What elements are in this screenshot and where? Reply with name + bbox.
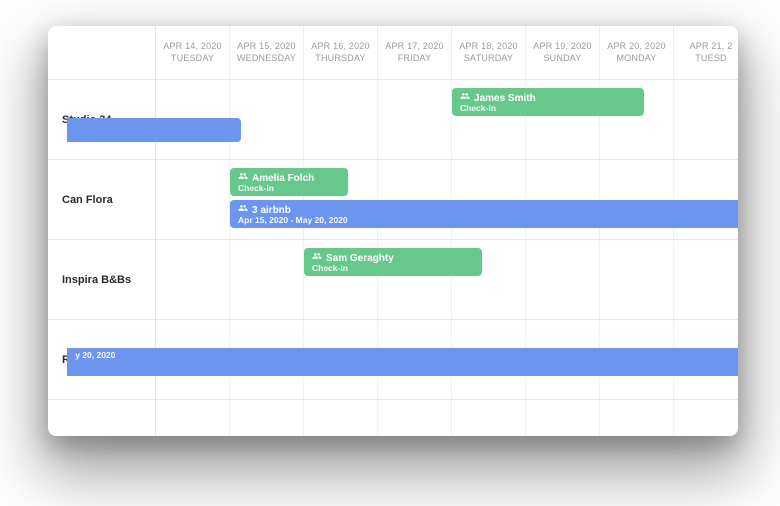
column-header[interactable]: APR 20, 2020MONDAY [600, 26, 674, 79]
calendar-row: Studio 34James SmithCheck-in [48, 80, 738, 160]
calendar-cell[interactable] [230, 240, 304, 319]
column-day: FRIDAY [398, 53, 432, 65]
column-date: APR 14, 2020 [163, 41, 221, 53]
calendar-cell[interactable] [378, 80, 452, 159]
calendar-cell [156, 400, 230, 436]
calendar-row: Redstone Villasy 20, 2020 [48, 320, 738, 400]
booking-subtitle: Check-in [312, 264, 394, 273]
column-header[interactable]: APR 19, 2020SUNDAY [526, 26, 600, 79]
calendar-cell[interactable] [674, 240, 738, 319]
people-icon [312, 251, 322, 261]
calendar-header: APR 14, 2020TUESDAYAPR 15, 2020WEDNESDAY… [48, 26, 738, 80]
calendar-cell[interactable] [156, 240, 230, 319]
people-icon [238, 171, 248, 181]
booking-subtitle: Check-in [238, 184, 314, 193]
calendar-cell[interactable] [600, 240, 674, 319]
column-date: APR 17, 2020 [385, 41, 443, 53]
calendar-cell[interactable] [526, 240, 600, 319]
calendar-cell[interactable] [674, 80, 738, 159]
booking-studio34-blue[interactable] [67, 118, 241, 142]
calendar-card: APR 14, 2020TUESDAYAPR 15, 2020WEDNESDAY… [48, 26, 738, 436]
property-label [48, 400, 156, 436]
column-header[interactable]: APR 16, 2020THURSDAY [304, 26, 378, 79]
header-corner [48, 26, 156, 79]
column-date: APR 20, 2020 [607, 41, 665, 53]
booking-amelia-folch[interactable]: Amelia FolchCheck-in [230, 168, 348, 196]
column-day: THURSDAY [315, 53, 365, 65]
calendar-cell[interactable] [156, 160, 230, 239]
calendar-cell [378, 400, 452, 436]
calendar-row: Inspira B&Bs Sam GeraghtyCheck-in [48, 240, 738, 320]
row-cells [156, 400, 738, 436]
column-day: TUESDAY [171, 53, 214, 65]
calendar-row-empty [48, 400, 738, 436]
booking-sam-geraghty[interactable]: Sam GeraghtyCheck-in [304, 248, 482, 276]
column-header[interactable]: APR 18, 2020SATURDAY [452, 26, 526, 79]
column-day: TUESD [695, 53, 727, 65]
column-date: APR 21, 2 [690, 41, 733, 53]
column-day: MONDAY [616, 53, 656, 65]
column-day: SUNDAY [543, 53, 581, 65]
calendar-row: Can Flora Amelia FolchCheck-in 3 airbnbApr… [48, 160, 738, 240]
calendar-cell [600, 400, 674, 436]
row-cells: Amelia FolchCheck-in 3 airbnbApr 15, 2020… [156, 160, 738, 239]
booking-subtitle: y 20, 2020 [75, 351, 115, 360]
column-date: APR 19, 2020 [533, 41, 591, 53]
calendar-cell[interactable] [304, 80, 378, 159]
people-icon [460, 91, 470, 101]
column-header[interactable]: APR 17, 2020FRIDAY [378, 26, 452, 79]
booking-redstone-blue[interactable]: y 20, 2020 [67, 348, 738, 376]
booking-subtitle: Apr 15, 2020 - May 20, 2020 [238, 216, 348, 225]
row-cells: James SmithCheck-in [156, 80, 738, 159]
booking-3-airbnb[interactable]: 3 airbnbApr 15, 2020 - May 20, 2020 [230, 200, 738, 228]
column-header[interactable]: APR 21, 2TUESD [674, 26, 738, 79]
column-date: APR 15, 2020 [237, 41, 295, 53]
calendar-cell [452, 400, 526, 436]
calendar-cell[interactable] [230, 80, 304, 159]
property-label[interactable]: Can Flora [48, 160, 156, 239]
column-day: SATURDAY [464, 53, 513, 65]
calendar-cell [526, 400, 600, 436]
row-cells: y 20, 2020 [156, 320, 738, 399]
people-icon [238, 203, 248, 213]
booking-subtitle: Check-in [460, 104, 536, 113]
calendar-cell [674, 400, 738, 436]
column-date: APR 18, 2020 [459, 41, 517, 53]
column-day: WEDNESDAY [237, 53, 296, 65]
row-cells: Sam GeraghtyCheck-in [156, 240, 738, 319]
calendar-cell [304, 400, 378, 436]
column-header[interactable]: APR 14, 2020TUESDAY [156, 26, 230, 79]
column-date: APR 16, 2020 [311, 41, 369, 53]
property-label[interactable]: Inspira B&Bs [48, 240, 156, 319]
calendar-cell [230, 400, 304, 436]
column-header[interactable]: APR 15, 2020WEDNESDAY [230, 26, 304, 79]
booking-james-smith[interactable]: James SmithCheck-in [452, 88, 644, 116]
